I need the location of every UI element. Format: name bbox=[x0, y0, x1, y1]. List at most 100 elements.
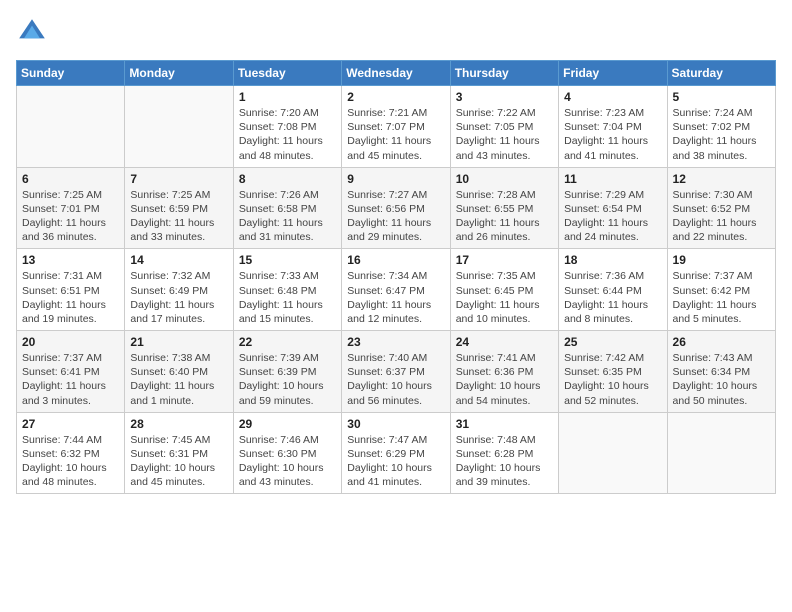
day-info: Sunrise: 7:46 AM Sunset: 6:30 PM Dayligh… bbox=[239, 433, 336, 490]
day-header-tuesday: Tuesday bbox=[233, 61, 341, 86]
calendar-table: SundayMondayTuesdayWednesdayThursdayFrid… bbox=[16, 60, 776, 494]
calendar-day-cell: 16Sunrise: 7:34 AM Sunset: 6:47 PM Dayli… bbox=[342, 249, 450, 331]
calendar-day-cell bbox=[125, 86, 233, 168]
calendar-day-cell: 7 Sunrise: 7:25 AM Sunset: 6:59 PM Daylig… bbox=[125, 167, 233, 249]
day-number: 14 bbox=[130, 253, 227, 267]
day-number: 13 bbox=[22, 253, 119, 267]
calendar-day-cell: 27 Sunrise: 7:44 AM Sunset: 6:32 PM Dayli… bbox=[17, 412, 125, 494]
day-info: Sunrise: 7:43 AM Sunset: 6:34 PM Dayligh… bbox=[673, 351, 770, 408]
day-info: Sunrise: 7:20 AM Sunset: 7:08 PM Dayligh… bbox=[239, 106, 336, 163]
calendar-day-cell: 17Sunrise: 7:35 AM Sunset: 6:45 PM Dayli… bbox=[450, 249, 558, 331]
calendar-day-cell: 6 Sunrise: 7:25 AM Sunset: 7:01 PM Daylig… bbox=[17, 167, 125, 249]
day-number: 12 bbox=[673, 172, 770, 186]
day-info: Sunrise: 7:27 AM Sunset: 6:56 PM Dayligh… bbox=[347, 188, 444, 245]
calendar-day-cell bbox=[17, 86, 125, 168]
calendar-day-cell: 18 Sunrise: 7:36 AM Sunset: 6:44 PM Dayli… bbox=[559, 249, 667, 331]
day-number: 10 bbox=[456, 172, 553, 186]
day-number: 5 bbox=[673, 90, 770, 104]
day-number: 18 bbox=[564, 253, 661, 267]
day-info: Sunrise: 7:32 AM Sunset: 6:49 PM Dayligh… bbox=[130, 269, 227, 326]
calendar-week-row: 6 Sunrise: 7:25 AM Sunset: 7:01 PM Daylig… bbox=[17, 167, 776, 249]
day-info: Sunrise: 7:25 AM Sunset: 6:59 PM Dayligh… bbox=[130, 188, 227, 245]
day-number: 20 bbox=[22, 335, 119, 349]
day-info: Sunrise: 7:47 AM Sunset: 6:29 PM Dayligh… bbox=[347, 433, 444, 490]
day-info: Sunrise: 7:26 AM Sunset: 6:58 PM Dayligh… bbox=[239, 188, 336, 245]
page-header bbox=[16, 16, 776, 48]
calendar-day-cell: 21Sunrise: 7:38 AM Sunset: 6:40 PM Dayli… bbox=[125, 331, 233, 413]
calendar-week-row: 13Sunrise: 7:31 AM Sunset: 6:51 PM Dayli… bbox=[17, 249, 776, 331]
day-number: 27 bbox=[22, 417, 119, 431]
calendar-day-cell: 10 Sunrise: 7:28 AM Sunset: 6:55 PM Dayli… bbox=[450, 167, 558, 249]
calendar-day-cell: 12Sunrise: 7:30 AM Sunset: 6:52 PM Dayli… bbox=[667, 167, 775, 249]
day-info: Sunrise: 7:39 AM Sunset: 6:39 PM Dayligh… bbox=[239, 351, 336, 408]
day-number: 19 bbox=[673, 253, 770, 267]
day-info: Sunrise: 7:21 AM Sunset: 7:07 PM Dayligh… bbox=[347, 106, 444, 163]
day-info: Sunrise: 7:41 AM Sunset: 6:36 PM Dayligh… bbox=[456, 351, 553, 408]
day-info: Sunrise: 7:44 AM Sunset: 6:32 PM Dayligh… bbox=[22, 433, 119, 490]
calendar-day-cell: 15 Sunrise: 7:33 AM Sunset: 6:48 PM Dayli… bbox=[233, 249, 341, 331]
day-number: 7 bbox=[130, 172, 227, 186]
day-info: Sunrise: 7:42 AM Sunset: 6:35 PM Dayligh… bbox=[564, 351, 661, 408]
calendar-day-cell: 19 Sunrise: 7:37 AM Sunset: 6:42 PM Dayli… bbox=[667, 249, 775, 331]
day-info: Sunrise: 7:37 AM Sunset: 6:41 PM Dayligh… bbox=[22, 351, 119, 408]
day-info: Sunrise: 7:33 AM Sunset: 6:48 PM Dayligh… bbox=[239, 269, 336, 326]
calendar-day-cell: 2Sunrise: 7:21 AM Sunset: 7:07 PM Daylig… bbox=[342, 86, 450, 168]
day-number: 8 bbox=[239, 172, 336, 186]
calendar-day-cell: 31Sunrise: 7:48 AM Sunset: 6:28 PM Dayli… bbox=[450, 412, 558, 494]
calendar-day-cell: 23 Sunrise: 7:40 AM Sunset: 6:37 PM Dayli… bbox=[342, 331, 450, 413]
day-header-friday: Friday bbox=[559, 61, 667, 86]
calendar-day-cell: 14 Sunrise: 7:32 AM Sunset: 6:49 PM Dayli… bbox=[125, 249, 233, 331]
day-info: Sunrise: 7:25 AM Sunset: 7:01 PM Dayligh… bbox=[22, 188, 119, 245]
day-number: 4 bbox=[564, 90, 661, 104]
calendar-day-cell: 1 Sunrise: 7:20 AM Sunset: 7:08 PM Daylig… bbox=[233, 86, 341, 168]
day-number: 15 bbox=[239, 253, 336, 267]
day-number: 11 bbox=[564, 172, 661, 186]
day-header-monday: Monday bbox=[125, 61, 233, 86]
day-number: 29 bbox=[239, 417, 336, 431]
day-number: 22 bbox=[239, 335, 336, 349]
calendar-day-cell: 22 Sunrise: 7:39 AM Sunset: 6:39 PM Dayli… bbox=[233, 331, 341, 413]
calendar-day-cell: 11Sunrise: 7:29 AM Sunset: 6:54 PM Dayli… bbox=[559, 167, 667, 249]
day-info: Sunrise: 7:45 AM Sunset: 6:31 PM Dayligh… bbox=[130, 433, 227, 490]
day-header-thursday: Thursday bbox=[450, 61, 558, 86]
day-info: Sunrise: 7:37 AM Sunset: 6:42 PM Dayligh… bbox=[673, 269, 770, 326]
calendar-day-cell: 5 Sunrise: 7:24 AM Sunset: 7:02 PM Daylig… bbox=[667, 86, 775, 168]
day-number: 23 bbox=[347, 335, 444, 349]
day-info: Sunrise: 7:24 AM Sunset: 7:02 PM Dayligh… bbox=[673, 106, 770, 163]
day-number: 1 bbox=[239, 90, 336, 104]
day-number: 24 bbox=[456, 335, 553, 349]
day-number: 28 bbox=[130, 417, 227, 431]
day-info: Sunrise: 7:22 AM Sunset: 7:05 PM Dayligh… bbox=[456, 106, 553, 163]
calendar-week-row: 20 Sunrise: 7:37 AM Sunset: 6:41 PM Dayli… bbox=[17, 331, 776, 413]
calendar-day-cell: 30 Sunrise: 7:47 AM Sunset: 6:29 PM Dayli… bbox=[342, 412, 450, 494]
calendar-day-cell bbox=[559, 412, 667, 494]
day-number: 31 bbox=[456, 417, 553, 431]
calendar-day-cell: 8 Sunrise: 7:26 AM Sunset: 6:58 PM Daylig… bbox=[233, 167, 341, 249]
day-number: 21 bbox=[130, 335, 227, 349]
calendar-day-cell: 29 Sunrise: 7:46 AM Sunset: 6:30 PM Dayli… bbox=[233, 412, 341, 494]
day-info: Sunrise: 7:35 AM Sunset: 6:45 PM Dayligh… bbox=[456, 269, 553, 326]
day-number: 9 bbox=[347, 172, 444, 186]
day-number: 6 bbox=[22, 172, 119, 186]
day-header-wednesday: Wednesday bbox=[342, 61, 450, 86]
calendar-day-cell: 4 Sunrise: 7:23 AM Sunset: 7:04 PM Daylig… bbox=[559, 86, 667, 168]
calendar-day-cell: 13Sunrise: 7:31 AM Sunset: 6:51 PM Dayli… bbox=[17, 249, 125, 331]
day-info: Sunrise: 7:34 AM Sunset: 6:47 PM Dayligh… bbox=[347, 269, 444, 326]
day-info: Sunrise: 7:28 AM Sunset: 6:55 PM Dayligh… bbox=[456, 188, 553, 245]
calendar-day-cell: 25 Sunrise: 7:42 AM Sunset: 6:35 PM Dayli… bbox=[559, 331, 667, 413]
day-number: 25 bbox=[564, 335, 661, 349]
day-info: Sunrise: 7:36 AM Sunset: 6:44 PM Dayligh… bbox=[564, 269, 661, 326]
day-header-sunday: Sunday bbox=[17, 61, 125, 86]
logo bbox=[16, 16, 54, 48]
calendar-day-cell: 24 Sunrise: 7:41 AM Sunset: 6:36 PM Dayli… bbox=[450, 331, 558, 413]
day-info: Sunrise: 7:40 AM Sunset: 6:37 PM Dayligh… bbox=[347, 351, 444, 408]
calendar-week-row: 27 Sunrise: 7:44 AM Sunset: 6:32 PM Dayli… bbox=[17, 412, 776, 494]
day-number: 26 bbox=[673, 335, 770, 349]
day-info: Sunrise: 7:23 AM Sunset: 7:04 PM Dayligh… bbox=[564, 106, 661, 163]
calendar-header-row: SundayMondayTuesdayWednesdayThursdayFrid… bbox=[17, 61, 776, 86]
calendar-day-cell: 28 Sunrise: 7:45 AM Sunset: 6:31 PM Dayli… bbox=[125, 412, 233, 494]
day-number: 30 bbox=[347, 417, 444, 431]
day-number: 3 bbox=[456, 90, 553, 104]
calendar-day-cell: 3 Sunrise: 7:22 AM Sunset: 7:05 PM Daylig… bbox=[450, 86, 558, 168]
calendar-day-cell bbox=[667, 412, 775, 494]
